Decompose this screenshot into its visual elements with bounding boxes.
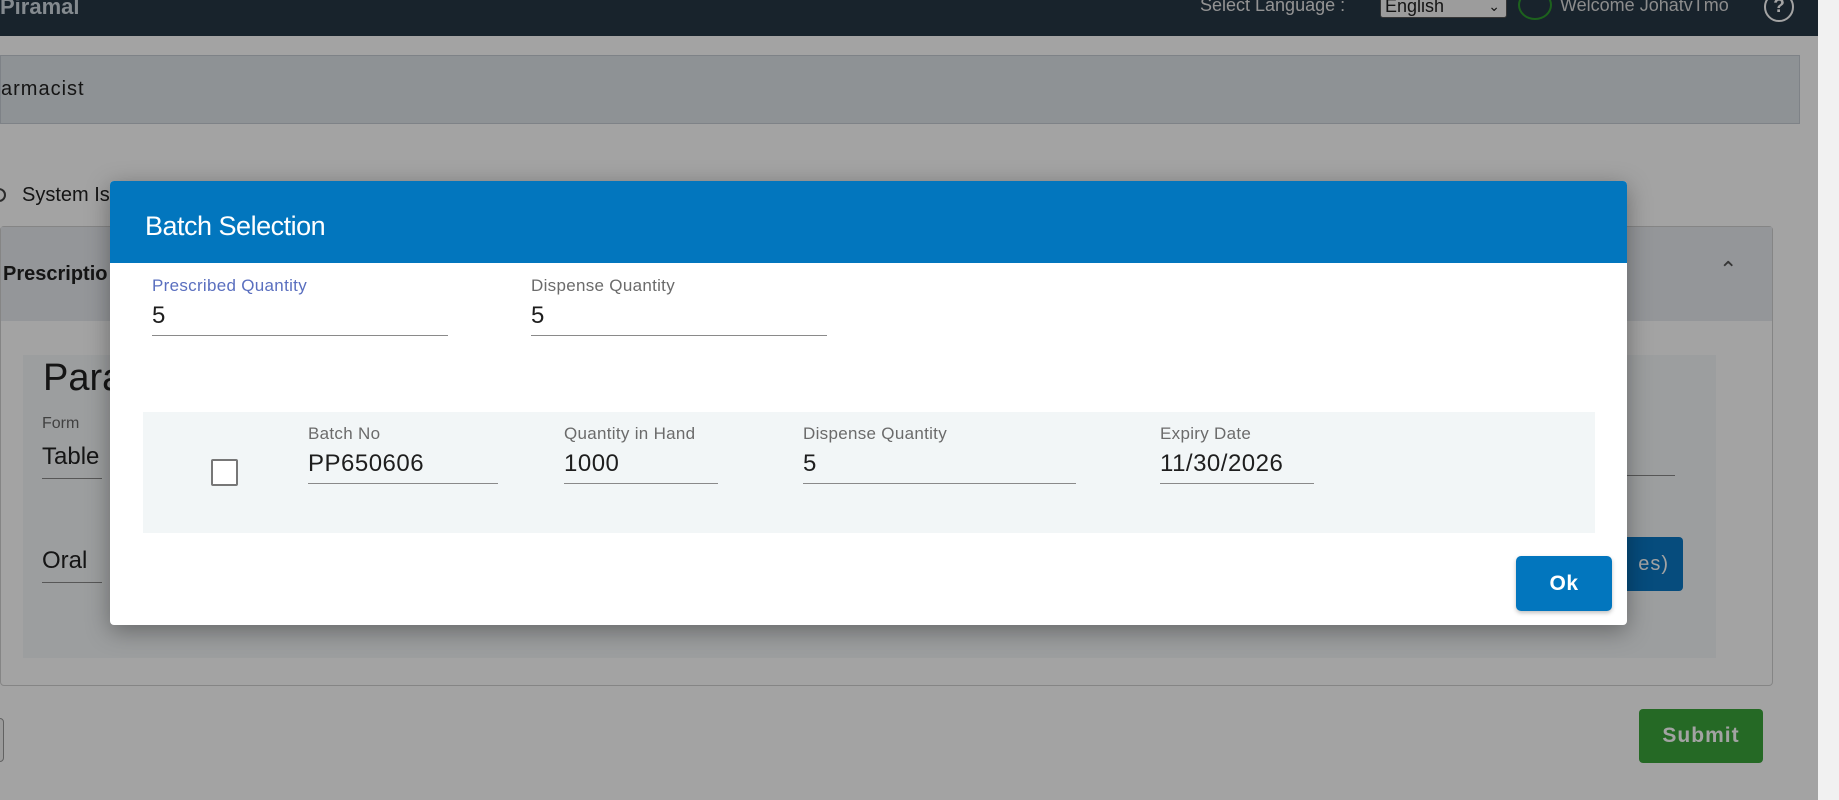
batch-selection-dialog: Batch Selection Prescribed Quantity 5 Di… <box>110 181 1627 625</box>
quantity-in-hand-label: Quantity in Hand <box>564 424 696 443</box>
dialog-title: Batch Selection <box>145 211 326 241</box>
batch-row: Batch No PP650606 Quantity in Hand 1000 … <box>143 412 1595 533</box>
prescribed-quantity-field: Prescribed Quantity 5 <box>152 276 448 336</box>
batch-no-value: PP650606 <box>308 450 498 484</box>
batch-no-label: Batch No <box>308 424 381 443</box>
batch-dispense-quantity-label: Dispense Quantity <box>803 424 948 443</box>
expiry-date-value: 11/30/2026 <box>1160 450 1314 484</box>
dispense-quantity-input[interactable]: 5 <box>531 302 827 336</box>
ok-button[interactable]: Ok <box>1516 556 1612 611</box>
quantity-in-hand-field: Quantity in Hand 1000 <box>564 424 718 484</box>
dispense-quantity-field: Dispense Quantity 5 <box>531 276 827 336</box>
expiry-date-field: Expiry Date 11/30/2026 <box>1160 424 1314 484</box>
dispense-quantity-label: Dispense Quantity <box>531 276 676 295</box>
dialog-header: Batch Selection <box>110 181 1627 263</box>
batch-no-field: Batch No PP650606 <box>308 424 498 484</box>
prescribed-quantity-label: Prescribed Quantity <box>152 276 307 295</box>
quantity-in-hand-value: 1000 <box>564 450 718 484</box>
expiry-date-label: Expiry Date <box>1160 424 1252 443</box>
page-scrollbar[interactable] <box>1818 0 1839 800</box>
batch-dispense-quantity-input[interactable]: 5 <box>803 450 1076 484</box>
prescribed-quantity-input[interactable]: 5 <box>152 302 448 336</box>
batch-select-checkbox[interactable] <box>211 459 238 486</box>
batch-dispense-quantity-field: Dispense Quantity 5 <box>803 424 1076 484</box>
